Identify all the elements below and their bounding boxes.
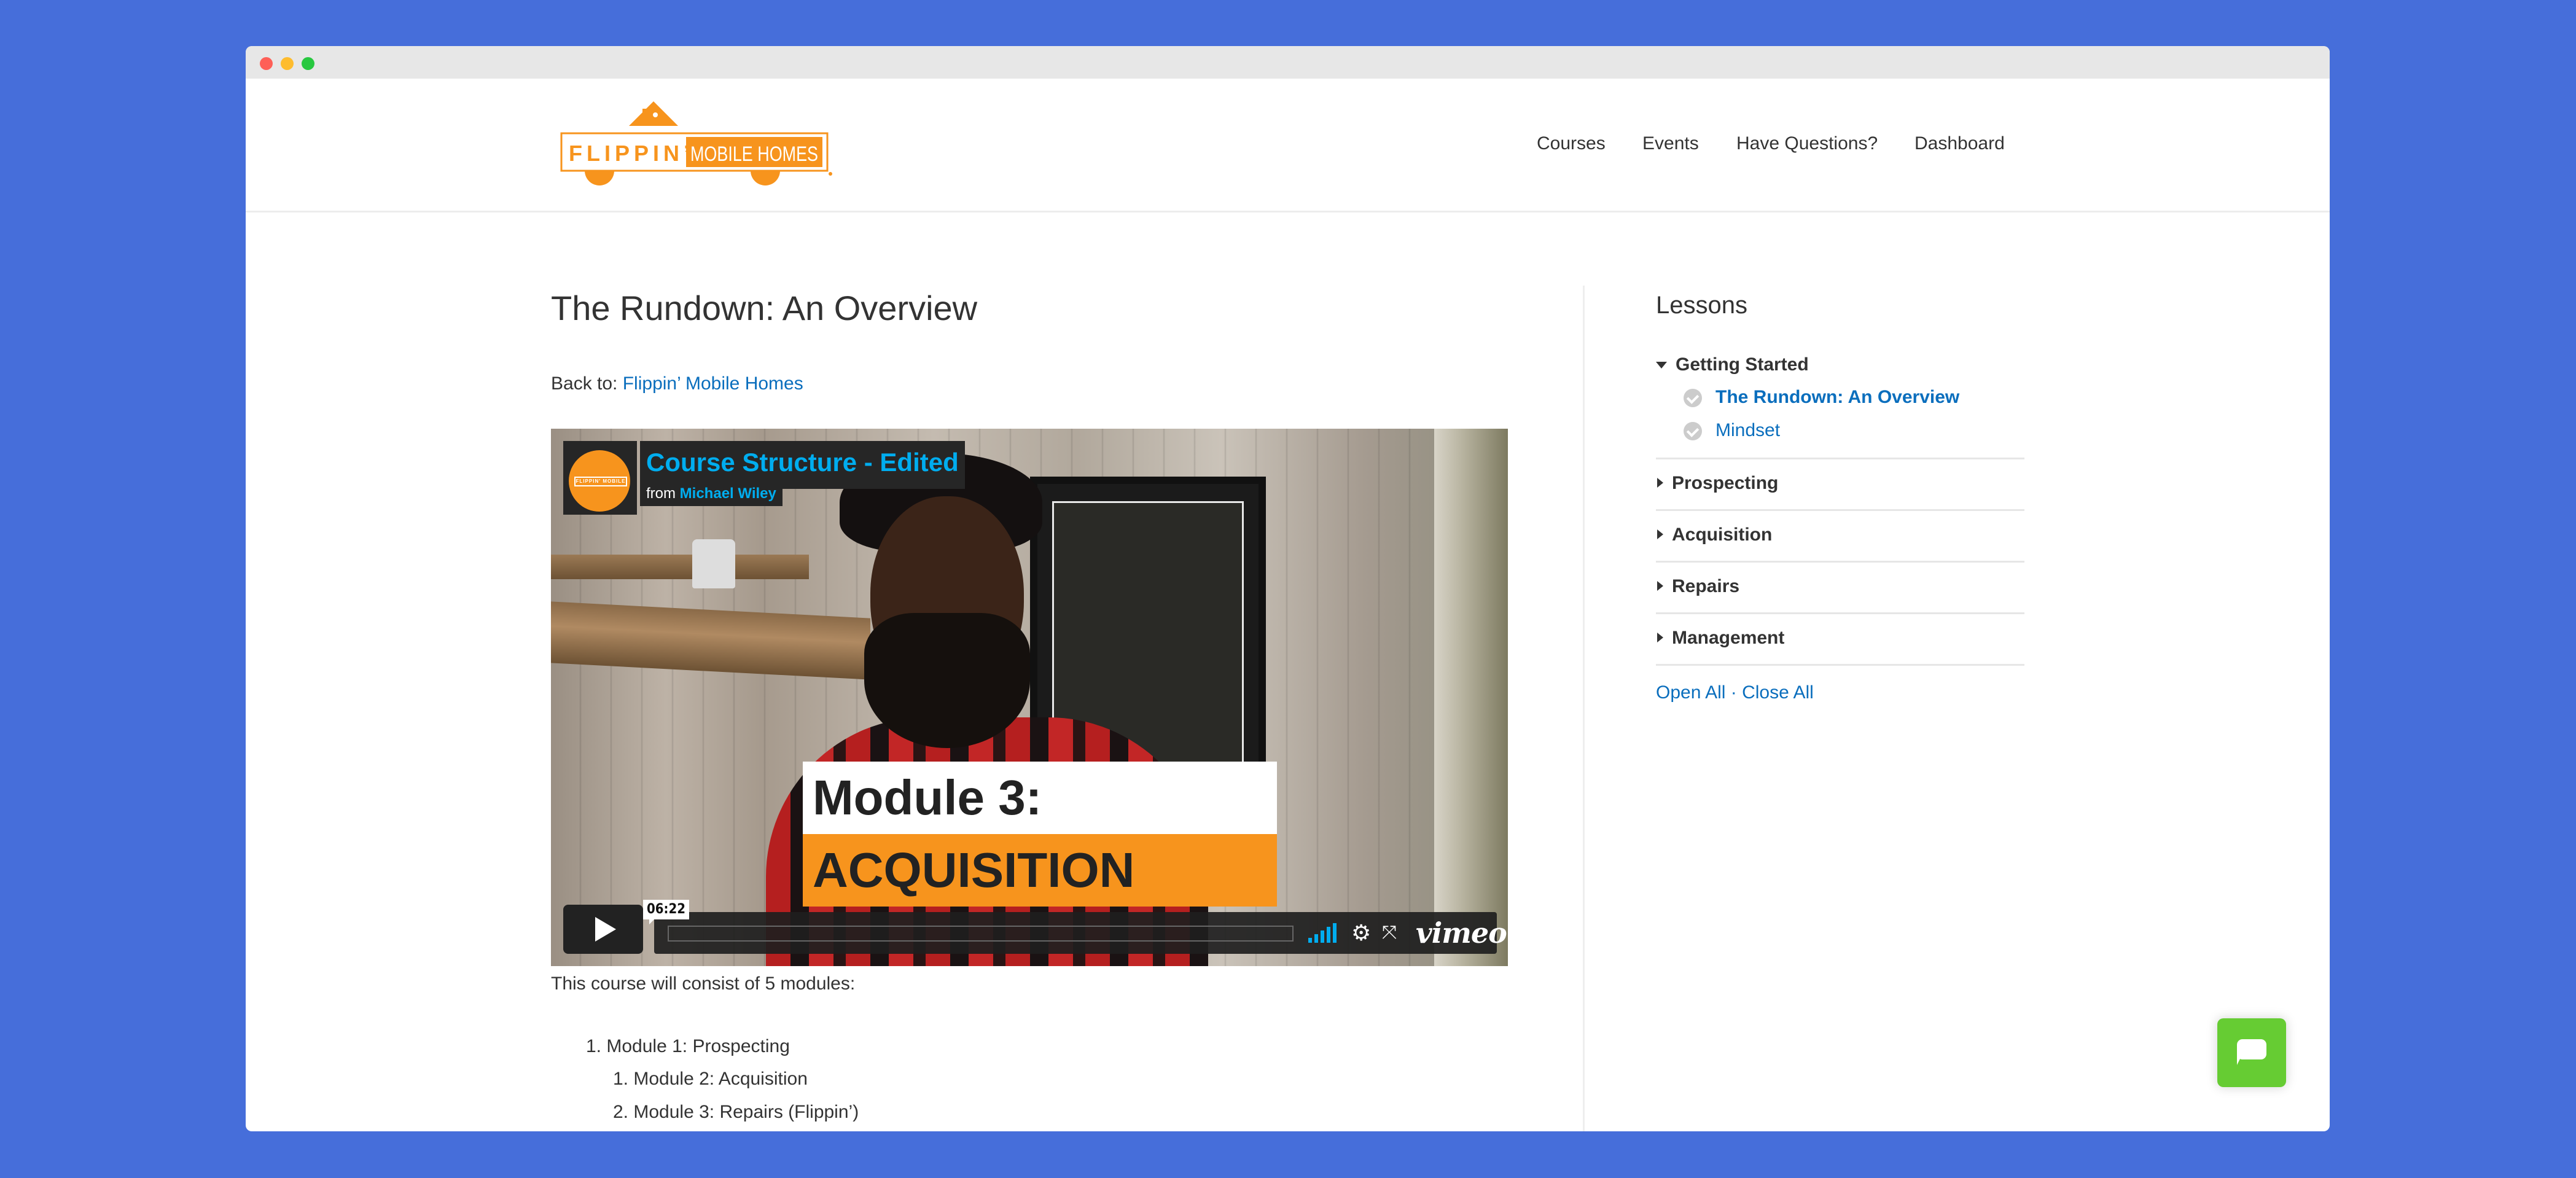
video-controls: ⚙ ⤧ vimeo: [654, 912, 1507, 954]
back-to-course-link[interactable]: Flippin’ Mobile Homes: [623, 373, 803, 394]
module-list-item: 1. Module 1: Prospecting: [586, 1034, 790, 1059]
section-label: Acquisition: [1672, 525, 1773, 545]
video-scene-person-beard: [864, 613, 1030, 748]
close-window-button[interactable]: [260, 57, 273, 70]
back-to-label: Back to:: [551, 373, 618, 394]
column-divider: [1583, 286, 1585, 1131]
caret-right-icon: [1657, 633, 1663, 642]
nav-have-questions[interactable]: Have Questions?: [1736, 131, 1878, 156]
video-scene-vase: [692, 539, 735, 588]
fullscreen-icon[interactable]: ⤧: [1382, 919, 1397, 946]
caret-right-icon: [1657, 581, 1663, 591]
volume-bars-icon[interactable]: [1308, 923, 1339, 943]
list-number: 2.: [613, 1102, 629, 1122]
back-to: Back to: Flippin’ Mobile Homes: [551, 372, 803, 396]
module-list-item: 1. Module 2: Acquisition: [613, 1067, 808, 1091]
open-close-all: Open All · Close All: [1656, 681, 1814, 705]
video-author-avatar[interactable]: FLIPPIN' MOBILE HOMES: [563, 441, 637, 515]
window-titlebar: [246, 46, 2330, 79]
gear-icon[interactable]: ⚙: [1351, 919, 1371, 946]
check-circle-icon[interactable]: [1684, 389, 1702, 407]
chat-button[interactable]: [2217, 1018, 2286, 1087]
nav-events[interactable]: Events: [1642, 131, 1699, 156]
separator-dot: ·: [1725, 682, 1743, 703]
section-separator: [1656, 561, 2024, 563]
nav-dashboard[interactable]: Dashboard: [1914, 131, 2005, 156]
main-nav: Courses Events Have Questions? Dashboard: [246, 131, 2330, 156]
section-toggle[interactable]: Acquisition: [1656, 523, 1772, 547]
section-separator: [1656, 612, 2024, 614]
list-number: 1.: [613, 1069, 629, 1089]
section-label: Repairs: [1672, 576, 1740, 596]
list-text: Module 1: Prospecting: [606, 1036, 790, 1056]
close-all-link[interactable]: Close All: [1742, 682, 1814, 703]
lower-third-module: Module 3:: [803, 762, 1277, 834]
module-list-item: 2. Module 3: Repairs (Flippin’): [613, 1100, 859, 1125]
list-number: 1.: [586, 1036, 602, 1056]
avatar-logo-text: FLIPPIN' MOBILE HOMES: [574, 477, 627, 486]
section-toggle[interactable]: Prospecting: [1656, 471, 1778, 496]
lessons-heading: Lessons: [1656, 292, 1747, 319]
caret-down-icon: [1656, 362, 1667, 369]
video-byline: from Michael Wiley: [640, 482, 783, 506]
video-scene-shelf: [551, 555, 809, 579]
section-separator: [1656, 664, 2024, 666]
lesson-label: Mindset: [1715, 420, 1781, 440]
progress-bar[interactable]: [668, 926, 1294, 942]
section-label: Getting Started: [1676, 354, 1809, 375]
video-scene-window: [1434, 429, 1508, 966]
check-circle-icon[interactable]: [1684, 422, 1702, 440]
lesson-label: The Rundown: An Overview: [1715, 387, 1960, 407]
open-all-link[interactable]: Open All: [1656, 682, 1725, 703]
section-toggle[interactable]: Repairs: [1656, 574, 1739, 599]
chat-bubble-tail: [2237, 1054, 2242, 1065]
section-separator: [1656, 509, 2024, 511]
video-lower-third: Module 3: ACQUISITION: [803, 762, 1277, 907]
video-author-link[interactable]: Michael Wiley: [680, 485, 776, 502]
list-text: Module 2: Acquisition: [633, 1069, 808, 1089]
section-label: Management: [1672, 628, 1785, 648]
byline-prefix: from: [646, 485, 676, 502]
video-duration: 06:22: [643, 900, 690, 924]
play-button[interactable]: [563, 905, 643, 954]
course-intro-text: This course will consist of 5 modules:: [551, 973, 856, 994]
list-text: Module 3: Repairs (Flippin’): [633, 1102, 859, 1122]
site-header: FLIPPIN’ MOBILE HOMES Courses Events Hav…: [246, 79, 2330, 213]
vimeo-logo[interactable]: vimeo: [1416, 916, 1507, 950]
browser-window: FLIPPIN’ MOBILE HOMES Courses Events Hav…: [246, 46, 2330, 1131]
caret-right-icon: [1657, 529, 1663, 539]
nav-courses[interactable]: Courses: [1537, 131, 1606, 156]
section-separator: [1656, 458, 2024, 459]
page-title: The Rundown: An Overview: [551, 289, 978, 327]
caret-right-icon: [1657, 478, 1663, 488]
section-toggle[interactable]: Getting Started: [1656, 353, 1809, 377]
section-label: Prospecting: [1672, 473, 1779, 493]
video-player[interactable]: FLIPPIN' MOBILE HOMES Course Structure -…: [551, 429, 1508, 966]
minimize-window-button[interactable]: [281, 57, 294, 70]
section-toggle[interactable]: Management: [1656, 626, 1784, 650]
lower-third-topic: ACQUISITION: [803, 834, 1277, 907]
maximize-window-button[interactable]: [302, 57, 314, 70]
